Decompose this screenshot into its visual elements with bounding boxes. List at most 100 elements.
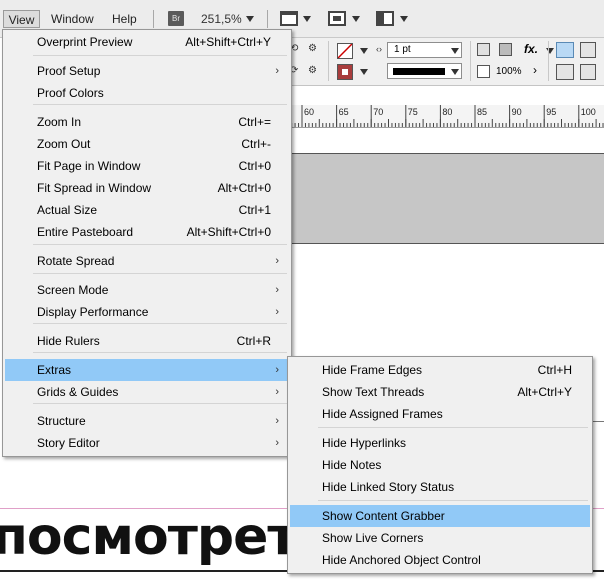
chevron-right-icon: ›: [275, 415, 279, 427]
extras-menu-item-hide-assigned-frames[interactable]: Hide Assigned Frames: [290, 403, 590, 425]
menu-item-shortcut: Alt+Shift+Ctrl+Y: [185, 35, 271, 49]
view-menu-item-hide-rulers[interactable]: Hide Rulers Ctrl+R: [5, 330, 289, 352]
align-justify-icon[interactable]: [556, 64, 574, 80]
flip-vertical-icon[interactable]: ⟳: [290, 65, 304, 77]
menu-item-label: Proof Colors: [37, 86, 104, 100]
view-menu-item-display-performance[interactable]: Display Performance ›: [5, 301, 289, 323]
menu-item-label: Hide Hyperlinks: [322, 436, 407, 450]
view-menu-item-overprint-preview[interactable]: Overprint Preview Alt+Shift+Ctrl+Y: [5, 31, 289, 53]
view-menu-item-entire-pasteboard[interactable]: Entire Pasteboard Alt+Shift+Ctrl+0: [5, 221, 289, 243]
view-menu-item-screen-mode[interactable]: Screen Mode ›: [5, 279, 289, 301]
stroke-dropdown-icon[interactable]: [360, 69, 368, 75]
menu-item-label: Zoom Out: [37, 137, 91, 151]
extras-menu-item-show-content-grabber[interactable]: Show Content Grabber: [290, 505, 590, 527]
menu-view[interactable]: View: [3, 10, 40, 28]
chevron-right-icon: ›: [275, 306, 279, 318]
view-menu-item-zoom-in[interactable]: Zoom In Ctrl+=: [5, 111, 289, 133]
menu-separator: [33, 273, 287, 274]
view-menu-item-proof-colors[interactable]: Proof Colors: [5, 82, 289, 104]
opacity-value[interactable]: 100%: [496, 66, 522, 77]
opacity-icon: [477, 65, 490, 78]
chevron-down-icon: [451, 48, 459, 54]
menu-separator: [318, 500, 588, 501]
menu-item-label: Entire Pasteboard: [37, 225, 134, 239]
effects-icon[interactable]: [499, 43, 512, 56]
chevron-right-icon[interactable]: ›: [533, 63, 537, 77]
view-menu-item-grids-guides[interactable]: Grids & Guides ›: [5, 381, 289, 403]
extras-menu-item-hide-hyperlinks[interactable]: Hide Hyperlinks: [290, 432, 590, 454]
menu-item-label: Fit Spread in Window: [37, 181, 152, 195]
view-options-icon[interactable]: [280, 11, 298, 26]
menu-item-label: Screen Mode: [37, 283, 109, 297]
document-text-frame[interactable]: посмотреть: [0, 506, 329, 568]
ruler-label: 100: [581, 107, 596, 117]
chevron-right-icon: ›: [275, 284, 279, 296]
ruler-ticks: 60 65 70 75 80 85 90 95 100: [291, 105, 604, 127]
zoom-level[interactable]: 251,5%: [201, 10, 242, 28]
rotate-icon[interactable]: ⚙: [308, 43, 322, 55]
view-menu-item-proof-setup[interactable]: Proof Setup ›: [5, 60, 289, 82]
pasteboard: [290, 127, 604, 153]
extras-menu-item-hide-frame-edges[interactable]: Hide Frame Edges Ctrl+H: [290, 359, 590, 381]
divider: [153, 10, 154, 28]
view-menu-item-rotate-spread[interactable]: Rotate Spread ›: [5, 250, 289, 272]
view-menu-item-zoom-out[interactable]: Zoom Out Ctrl+-: [5, 133, 289, 155]
view-menu-item-structure[interactable]: Structure ›: [5, 410, 289, 432]
ruler-label: 75: [408, 107, 418, 117]
fill-swatch[interactable]: [337, 43, 353, 59]
extras-menu-item-hide-notes[interactable]: Hide Notes: [290, 454, 590, 476]
view-menu-item-actual-size[interactable]: Actual Size Ctrl+1: [5, 199, 289, 221]
drop-shadow-icon[interactable]: [477, 43, 490, 56]
chevron-right-icon: ›: [275, 386, 279, 398]
view-menu-item-fit-page-in-window[interactable]: Fit Page in Window Ctrl+0: [5, 155, 289, 177]
view-menu-item-fit-spread-in-window[interactable]: Fit Spread in Window Alt+Ctrl+0: [5, 177, 289, 199]
menu-item-shortcut: Ctrl+-: [241, 137, 271, 151]
shear-icon[interactable]: ⚙: [308, 65, 322, 77]
extras-menu-item-hide-linked-story-status[interactable]: Hide Linked Story Status: [290, 476, 590, 498]
extras-menu-item-show-live-corners[interactable]: Show Live Corners: [290, 527, 590, 549]
align-top-icon[interactable]: [556, 42, 574, 58]
view-menu-item-extras[interactable]: Extras ›: [5, 359, 289, 381]
chevron-down-icon: [451, 69, 459, 75]
view-menu-item-story-editor[interactable]: Story Editor ›: [5, 432, 289, 454]
chevron-right-icon: ›: [275, 364, 279, 376]
screen-mode-icon[interactable]: [328, 11, 346, 26]
fx-button[interactable]: fx.: [524, 42, 538, 56]
align-center-icon[interactable]: [580, 42, 596, 58]
menu-separator: [33, 104, 287, 105]
menu-window[interactable]: Window: [51, 10, 94, 28]
menu-item-label: Overprint Preview: [37, 35, 133, 49]
menu-separator: [33, 352, 287, 353]
view-options-dropdown-icon[interactable]: [303, 16, 311, 22]
extras-submenu: Hide Frame Edges Ctrl+H Show Text Threads A…: [287, 356, 593, 574]
menu-item-shortcut: Alt+Shift+Ctrl+0: [186, 225, 271, 239]
menu-item-shortcut: Ctrl+H: [537, 363, 572, 377]
chevron-right-icon: ›: [275, 255, 279, 267]
extras-menu-item-show-text-threads[interactable]: Show Text Threads Alt+Ctrl+Y: [290, 381, 590, 403]
stroke-swatch[interactable]: [337, 64, 353, 80]
extras-menu-item-hide-anchored-object-control[interactable]: Hide Anchored Object Control: [290, 549, 590, 571]
flip-horizontal-icon[interactable]: ⟲: [290, 43, 304, 55]
bridge-icon[interactable]: Br: [168, 11, 184, 26]
menu-item-label: Zoom In: [37, 115, 82, 129]
arrange-documents-dropdown-icon[interactable]: [400, 16, 408, 22]
ruler-label: 90: [512, 107, 522, 117]
chevron-right-icon: ›: [275, 437, 279, 449]
spinner-icon[interactable]: ‹›: [376, 44, 384, 56]
menu-item-label: Fit Page in Window: [37, 159, 141, 173]
arrange-documents-icon[interactable]: [376, 11, 394, 26]
menu-item-label: Grids & Guides: [37, 385, 119, 399]
view-menu: Overprint Preview Alt+Shift+Ctrl+Y Proof S…: [2, 29, 292, 457]
menu-item-label: Actual Size: [37, 203, 98, 217]
pasteboard-area: [290, 153, 604, 244]
screen-mode-dropdown-icon[interactable]: [352, 16, 360, 22]
fill-dropdown-icon[interactable]: [360, 48, 368, 54]
menu-help[interactable]: Help: [112, 10, 137, 28]
menu-separator: [33, 403, 287, 404]
align-bottom-icon[interactable]: [580, 64, 596, 80]
horizontal-ruler[interactable]: 60 65 70 75 80 85 90 95 100: [290, 105, 604, 128]
ruler-label: 70: [373, 107, 383, 117]
menu-item-label: Rotate Spread: [37, 254, 115, 268]
menu-item-shortcut: Ctrl+R: [236, 334, 271, 348]
zoom-dropdown-icon[interactable]: [246, 16, 254, 22]
